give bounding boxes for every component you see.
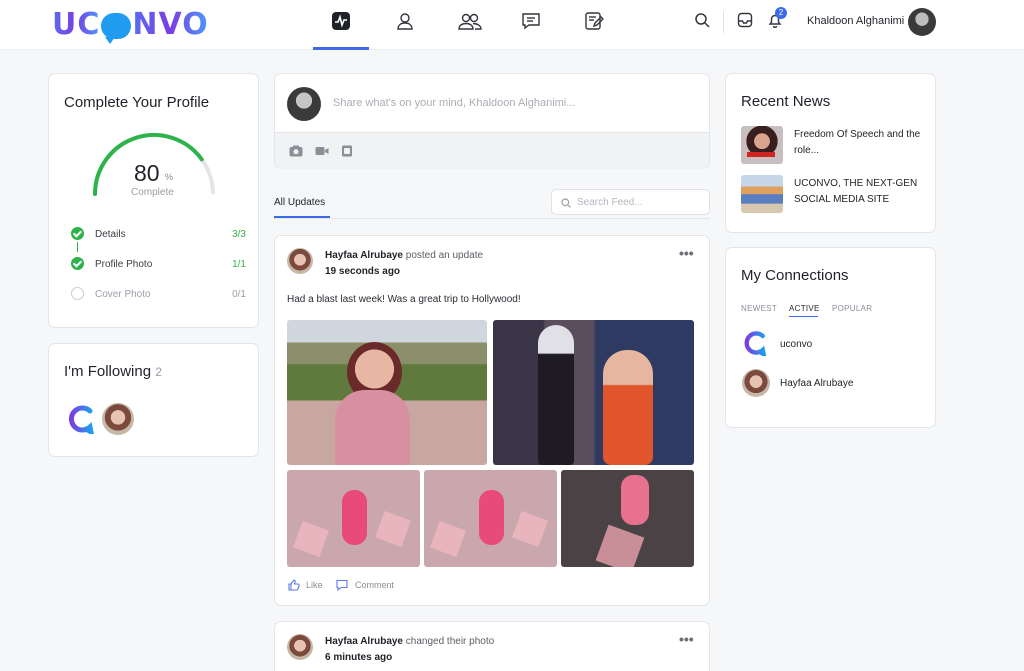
connections-tab-indicator [789,316,818,317]
search-icon[interactable] [694,12,714,32]
tabs-rule [274,218,710,219]
post-text: Had a blast last week! Was a great trip … [287,294,521,305]
inbox-icon[interactable] [737,12,757,32]
logo-text-right: NVO [132,6,209,42]
post-header: Hayfaa Alrubaye changed their photo [325,636,494,647]
post-author-avatar[interactable] [287,634,313,660]
completion-percent: 80 [134,160,160,186]
post-time: 19 seconds ago [325,266,401,277]
nav-activity-pulse-icon[interactable] [329,9,353,33]
following-title: I'm Following 2 [64,363,162,380]
post-header: Hayfaa Alrubaye posted an update [325,250,483,261]
news-thumbnail[interactable] [741,175,783,213]
post-photo-store[interactable] [493,320,694,465]
post-more-menu[interactable]: ••• [679,245,694,261]
recent-news-card: Recent News Freedom Of Speech and the ro… [725,73,936,233]
logo-bubble-icon [101,13,132,44]
step-label: Details [95,229,126,240]
step-connector [77,242,78,252]
news-item-title[interactable]: UCONVO, THE NEXT-GEN SOCIAL MEDIA SITE [794,176,924,208]
nav-connections-users-icon[interactable] [458,9,482,33]
connection-name[interactable]: Hayfaa Alrubaye [780,378,853,389]
step-label: Cover Photo [95,289,151,300]
post-action: changed their photo [405,636,495,647]
video-icon[interactable] [315,145,329,157]
step-count: 1/1 [232,259,246,270]
connections-title: My Connections [741,267,849,284]
post-author-name[interactable]: Hayfaa Alrubaye [325,250,403,261]
comment-button[interactable]: Comment [355,580,394,590]
connection-name[interactable]: uconvo [780,339,812,350]
post-author-name[interactable]: Hayfaa Alrubaye [325,636,403,647]
step-count: 0/1 [232,289,246,300]
topbar-divider [723,11,724,33]
completion-label: Complete [131,187,174,198]
connections-card: My Connections NEWEST ACTIVE POPULAR uco… [725,247,936,428]
news-item-title[interactable]: Freedom Of Speech and the role... [794,127,924,159]
profile-completion-title: Complete Your Profile [64,94,210,111]
post-more-menu[interactable]: ••• [679,631,694,647]
current-user-avatar[interactable] [908,8,936,36]
connection-avatar[interactable] [742,369,770,397]
current-user-name[interactable]: Khaldoon Alghanimi [807,15,904,27]
tab-active[interactable]: ACTIVE [789,304,820,313]
nav-profile-user-icon[interactable] [393,9,417,33]
tab-all-updates[interactable]: All Updates [274,197,325,208]
step-label: Profile Photo [95,259,153,270]
uconvo-logo[interactable]: UC NVO [52,6,209,44]
composer-toolbar [275,132,709,169]
camera-icon[interactable] [289,145,303,157]
news-thumbnail[interactable] [741,126,783,164]
step-count: 3/3 [232,229,246,240]
profile-completion-card: Complete Your Profile 80 % Complete Deta… [48,73,259,328]
following-count: 2 [155,365,162,379]
following-card: I'm Following 2 [48,343,259,457]
top-navbar: UC NVO 2 Khaldoon Alghanimi [0,0,1024,50]
logo-text-left: UC [52,6,101,42]
empty-circle-icon [71,287,84,300]
uconvo-connection-avatar[interactable] [742,330,768,356]
post-author-avatar[interactable] [287,248,313,274]
feed-search-placeholder: Search Feed... [577,197,643,208]
post-photo-walk-of-fame-3[interactable] [561,470,694,567]
recent-news-title: Recent News [741,93,831,110]
post-photo-walk-of-fame-2[interactable] [424,470,557,567]
like-icon[interactable] [288,579,300,591]
check-icon [71,257,84,270]
post-time: 6 minutes ago [325,652,393,663]
nav-notes-edit-icon[interactable] [582,9,606,33]
nav-active-indicator [313,47,369,50]
completion-percent-symbol: % [165,172,174,182]
feed-search-input[interactable]: Search Feed... [551,189,710,215]
nav-messages-chat-icon[interactable] [519,9,543,33]
post-photo-walk-of-fame-1[interactable] [287,470,420,567]
document-icon[interactable] [340,145,354,157]
composer-input[interactable]: Share what's on your mind, Khaldoon Algh… [333,97,575,109]
post-action: posted an update [405,250,484,261]
like-button[interactable]: Like [306,580,323,590]
comment-icon[interactable] [336,579,348,591]
post-card: Hayfaa Alrubaye posted an update 19 seco… [274,235,710,606]
uconvo-avatar[interactable] [66,404,96,434]
notification-badge: 2 [775,7,787,19]
search-icon [561,198,571,208]
post-composer: Share what's on your mind, Khaldoon Algh… [274,73,710,169]
hayfaa-avatar[interactable] [102,403,134,435]
tab-active-indicator [274,216,330,218]
post-photo-hollywood-sign[interactable] [287,320,487,465]
check-icon [71,227,84,240]
following-title-text: I'm Following [64,363,152,380]
tab-newest[interactable]: NEWEST [741,304,777,313]
post-card: Hayfaa Alrubaye changed their photo 6 mi… [274,621,710,671]
composer-avatar [287,87,321,121]
tab-popular[interactable]: POPULAR [832,304,872,313]
